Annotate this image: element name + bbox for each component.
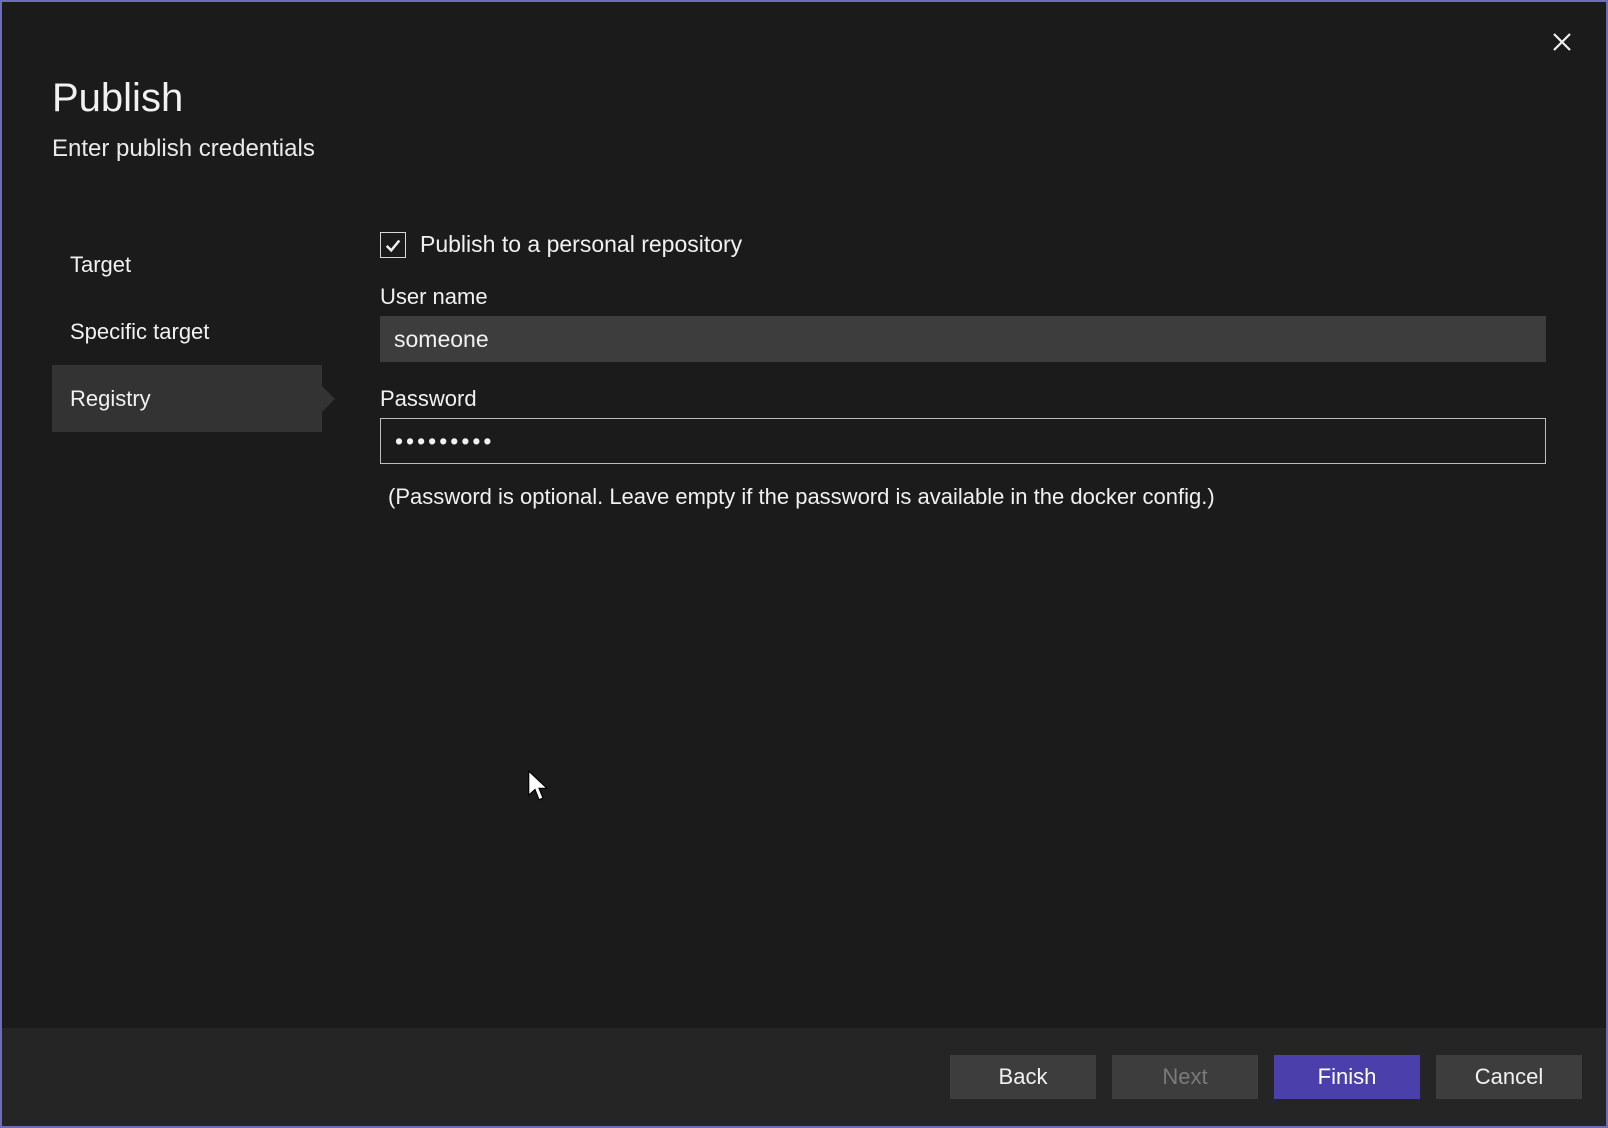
- dialog-footer: Back Next Finish Cancel: [2, 1028, 1606, 1126]
- next-button: Next: [1112, 1055, 1258, 1099]
- publish-dialog: Publish Enter publish credentials Target…: [2, 2, 1606, 1126]
- dialog-title: Publish: [52, 76, 1556, 121]
- finish-button[interactable]: Finish: [1274, 1055, 1420, 1099]
- step-specific-target[interactable]: Specific target: [52, 298, 322, 365]
- close-icon: [1552, 32, 1572, 52]
- cancel-button[interactable]: Cancel: [1436, 1055, 1582, 1099]
- dialog-header: Publish Enter publish credentials: [2, 2, 1606, 187]
- wizard-step-list: Target Specific target Registry: [52, 231, 322, 1008]
- registry-form: Publish to a personal repository User na…: [322, 231, 1556, 1008]
- password-label: Password: [380, 386, 1546, 412]
- personal-repo-checkbox-row: Publish to a personal repository: [380, 231, 1546, 258]
- dialog-subtitle: Enter publish credentials: [52, 135, 1556, 163]
- step-label: Target: [70, 252, 131, 278]
- username-input[interactable]: [380, 316, 1546, 362]
- back-button[interactable]: Back: [950, 1055, 1096, 1099]
- checkmark-icon: [384, 236, 402, 254]
- step-label: Registry: [70, 386, 151, 412]
- password-helper-text: (Password is optional. Leave empty if th…: [380, 484, 1546, 510]
- step-registry[interactable]: Registry: [52, 365, 322, 432]
- dialog-content: Target Specific target Registry Publish …: [2, 187, 1606, 1028]
- close-button[interactable]: [1542, 22, 1582, 62]
- step-label: Specific target: [70, 319, 209, 345]
- personal-repo-checkbox[interactable]: [380, 232, 406, 258]
- username-label: User name: [380, 284, 1546, 310]
- password-input[interactable]: [380, 418, 1546, 464]
- step-target[interactable]: Target: [52, 231, 322, 298]
- personal-repo-checkbox-label: Publish to a personal repository: [420, 231, 742, 258]
